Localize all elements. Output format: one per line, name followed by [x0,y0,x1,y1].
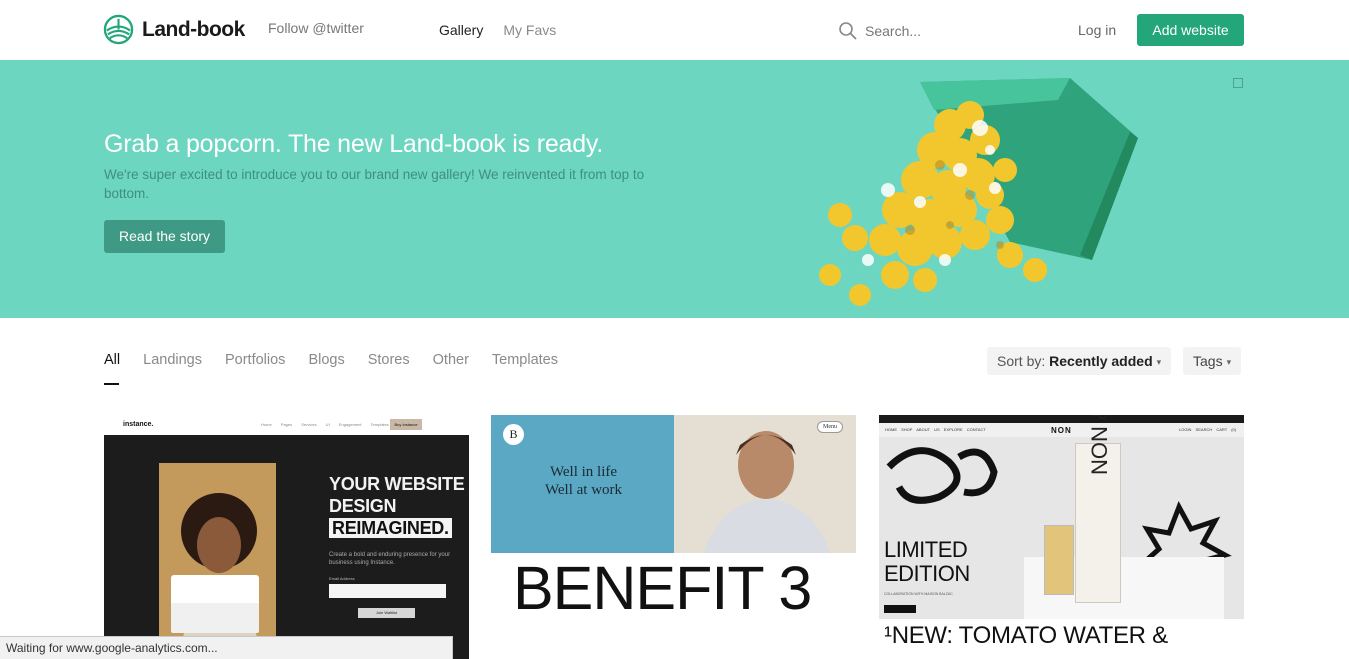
card-preview-nav-button: Buy Instance [390,419,422,430]
filter-templates[interactable]: Templates [492,352,558,368]
card-preview-logo: NON [1051,426,1072,435]
tagline-line-1: Well in life [549,464,618,480]
sort-dropdown[interactable]: Sort by: Recently added ▾ [987,347,1172,375]
card-preview-nav-left: HOME SHOP ABOUT US EXPLORE CONTACT [885,427,986,432]
card-preview-shop-button [884,605,916,613]
filter-other[interactable]: Other [433,352,469,368]
logo-text: Land-book [142,17,245,41]
card-preview-field-label: Email Address [329,576,355,581]
filter-landings[interactable]: Landings [143,352,202,368]
card-preview-article-title: ¹NEW: TOMATO WATER & [884,622,1168,649]
portrait-illustration [674,415,856,553]
headline-line-2: DESIGN [329,496,397,516]
browser-status-bar: Waiting for www.google-analytics.com... [0,636,453,659]
login-link[interactable]: Log in [1078,22,1116,38]
nav-my-favs[interactable]: My Favs [503,22,556,38]
card-preview-input [329,584,446,598]
filter-stores[interactable]: Stores [368,352,410,368]
caret-icon: ▾ [1226,357,1232,367]
website-card[interactable]: HOME SHOP ABOUT US EXPLORE CONTACT NON L… [879,415,1244,659]
filter-blogs[interactable]: Blogs [308,352,344,368]
category-filters: All Landings Portfolios Blogs Stores Oth… [104,352,558,368]
active-filter-underline [104,383,119,385]
close-banner-icon[interactable] [1233,78,1243,88]
website-card[interactable]: B Well in life Well at work Menu BENEFIT… [491,415,856,659]
headline-line-2: EDITION [884,561,970,586]
headline-line-1: LIMITED [884,537,968,562]
headline-line-3: REIMAGINED. [329,518,452,538]
card-preview-big-text: BENEFIT 3 [513,554,812,622]
top-navigation-bar: Land-book Follow @twitter Gallery My Fav… [0,0,1349,60]
tags-dropdown[interactable]: Tags ▾ [1183,347,1242,375]
card-preview-button: Join Waitlist [358,608,415,618]
card-preview-bottle-label: NON & MAISON [1087,415,1113,475]
card-preview-nav-items: Home Pages Services UI Engagement Templa… [261,422,389,427]
card-preview-widget-bottom [171,603,259,633]
logo-link[interactable]: Land-book [103,14,245,45]
search-icon[interactable] [838,21,858,41]
nav-gallery[interactable]: Gallery [439,22,483,38]
sort-value: Recently added [1049,353,1153,369]
caret-icon: ▾ [1156,357,1162,367]
land-book-logo-icon [103,14,134,45]
sort-label: Sort by: [997,353,1046,369]
filter-portfolios[interactable]: Portfolios [225,352,285,368]
search-input[interactable] [865,23,1045,39]
tags-label: Tags [1193,353,1223,369]
read-the-story-button[interactable]: Read the story [104,220,225,253]
card-preview-logo: B [503,424,524,445]
website-card[interactable]: instance. Home Pages Services UI Engagem… [104,415,469,659]
follow-twitter-link[interactable]: Follow @twitter [268,20,364,36]
card-preview-portrait-panel [674,415,856,553]
hero-banner: Grab a popcorn. The new Land-book is rea… [0,60,1349,318]
popcorn-illustration [819,78,1138,306]
card-preview-headline: LIMITED EDITION [884,538,970,586]
headline-line-1: YOUR WEBSITE [329,474,465,494]
card-preview-small-bottle [1044,525,1074,595]
search-box [838,17,1056,45]
card-preview-collab-text: COLLABORATION WITH MAISON BALZAC [884,592,953,596]
card-preview-nav-right: LOGIN SEARCH CART (0) [1179,427,1237,432]
hero-description: We're super excited to introduce you to … [104,167,645,201]
hero-title: Grab a popcorn. The new Land-book is rea… [104,130,604,158]
tagline-line-2: Well at work [544,482,623,498]
card-preview-tagline: Well in life Well at work [521,463,646,499]
card-preview-headline: YOUR WEBSITE DESIGN REIMAGINED. [329,473,465,539]
main-nav: Gallery My Favs [439,22,556,38]
add-website-button[interactable]: Add website [1137,14,1244,46]
card-preview-brand: instance. [123,421,154,428]
card-preview-subtext: Create a bold and enduring presence for … [329,552,451,566]
card-preview-menu-button: Menu [817,421,843,433]
filter-all[interactable]: All [104,352,120,368]
